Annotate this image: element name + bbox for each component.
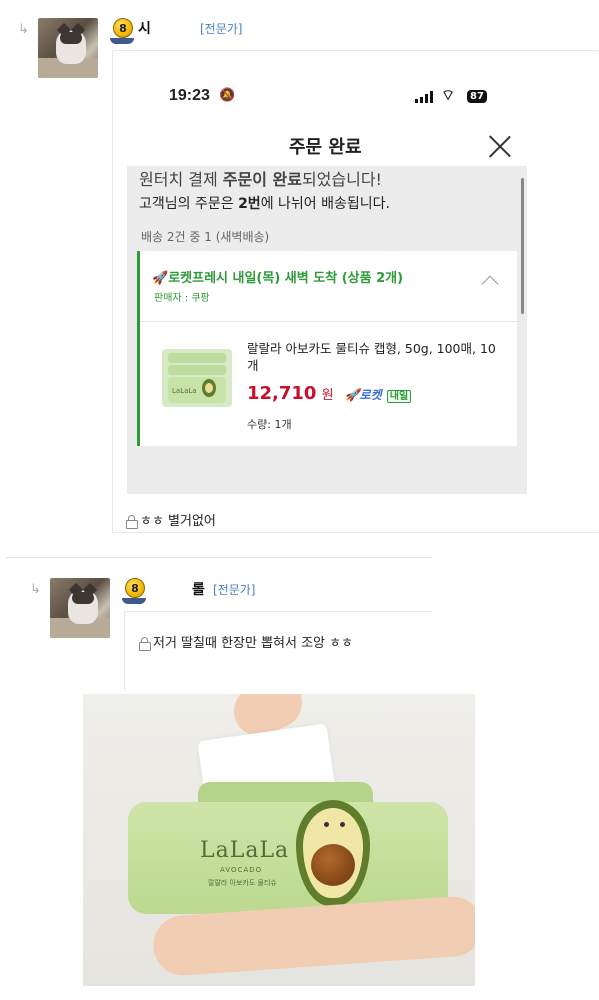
order-complete-screenshot: 19:23 🔕 ⌔ 87 주문 완료 원터치 결제 주문이 완료되었습니다! 고… bbox=[127, 67, 527, 494]
level-badge: 8 bbox=[122, 578, 146, 604]
scrollbar[interactable] bbox=[521, 178, 524, 314]
order-message: 원터치 결제 주문이 완료되었습니다! bbox=[139, 170, 382, 189]
wifi-icon: ⌔ bbox=[441, 86, 456, 104]
divider bbox=[6, 557, 432, 558]
order-panel: 원터치 결제 주문이 완료되었습니다! 고객님의 주문은 2번에 나뉘어 배송됩… bbox=[127, 166, 527, 494]
comment-box bbox=[124, 611, 433, 691]
quantity: 수량: 1개 bbox=[247, 418, 292, 431]
close-icon[interactable] bbox=[489, 135, 511, 157]
silent-bell-icon: 🔕 bbox=[219, 88, 236, 103]
divider bbox=[140, 321, 520, 322]
nickname[interactable]: 시 bbox=[138, 18, 151, 38]
lock-icon bbox=[126, 515, 138, 529]
product-name[interactable]: 랄랄라 아보카도 물티슈 캡형, 50g, 100매, 10개 bbox=[247, 340, 502, 374]
price: 12,710 bbox=[247, 383, 317, 404]
reply-arrow-icon: ↳ bbox=[18, 22, 29, 37]
rocket-icon: 🚀 bbox=[152, 271, 169, 286]
pack-caption: 랄랄라 아보카도 물티슈 bbox=[208, 879, 277, 887]
nickname[interactable]: 롤 bbox=[192, 579, 205, 599]
level-badge: 8 bbox=[110, 18, 134, 44]
expert-label[interactable]: [전문가] bbox=[213, 581, 255, 598]
product-photo[interactable]: LaLaLa AVOCADO 랄랄라 아보카도 물티슈 bbox=[83, 694, 475, 986]
tomorrow-badge: 내일 bbox=[386, 390, 412, 403]
seller-label: 판매자 : 쿠팡 bbox=[154, 293, 210, 304]
comment-text: 저거 딸칠때 한장만 뽑혀서 조앙 ㅎㅎ bbox=[139, 632, 353, 651]
avatar[interactable] bbox=[38, 18, 98, 78]
expert-label[interactable]: [전문가] bbox=[200, 20, 242, 37]
product-sub-brand: AVOCADO bbox=[220, 866, 263, 874]
shipment-count: 배송 2건 중 1 (새벽배송) bbox=[141, 230, 270, 244]
wipes-pack: LaLaLa AVOCADO 랄랄라 아보카도 물티슈 bbox=[128, 800, 448, 914]
reply-arrow-icon: ↳ bbox=[30, 582, 41, 597]
currency: 원 bbox=[321, 388, 334, 403]
signal-icon bbox=[415, 91, 433, 103]
shipment-card[interactable]: 🚀로켓프레시 내일(목) 새벽 도착 (상품 2개) 판매자 : 쿠팡 LaLa… bbox=[137, 251, 520, 446]
avocado-icon bbox=[296, 800, 370, 906]
price-row: 12,710 원 🚀로켓 내일 bbox=[247, 383, 412, 404]
status-time: 19:23 bbox=[169, 87, 210, 104]
product-thumbnail[interactable]: LaLaLa bbox=[162, 349, 232, 407]
product-logo: LaLaLa bbox=[200, 838, 290, 863]
product-brand: LaLaLa bbox=[172, 387, 197, 395]
split-message: 고객님의 주문은 2번에 나뉘어 배송됩니다. bbox=[139, 196, 390, 212]
avocado-icon bbox=[202, 379, 216, 397]
battery-icon: 87 bbox=[467, 90, 487, 103]
chevron-up-icon[interactable] bbox=[481, 275, 499, 293]
shipment-title: 🚀로켓프레시 내일(목) 새벽 도착 (상품 2개) bbox=[152, 271, 404, 286]
comment-text: ㅎㅎ 별거없어 bbox=[126, 510, 216, 529]
page-title: 주문 완료 bbox=[289, 137, 362, 158]
avatar[interactable] bbox=[50, 578, 110, 638]
rocket-delivery-badge: 🚀로켓 bbox=[344, 388, 382, 402]
lock-icon bbox=[139, 637, 151, 651]
